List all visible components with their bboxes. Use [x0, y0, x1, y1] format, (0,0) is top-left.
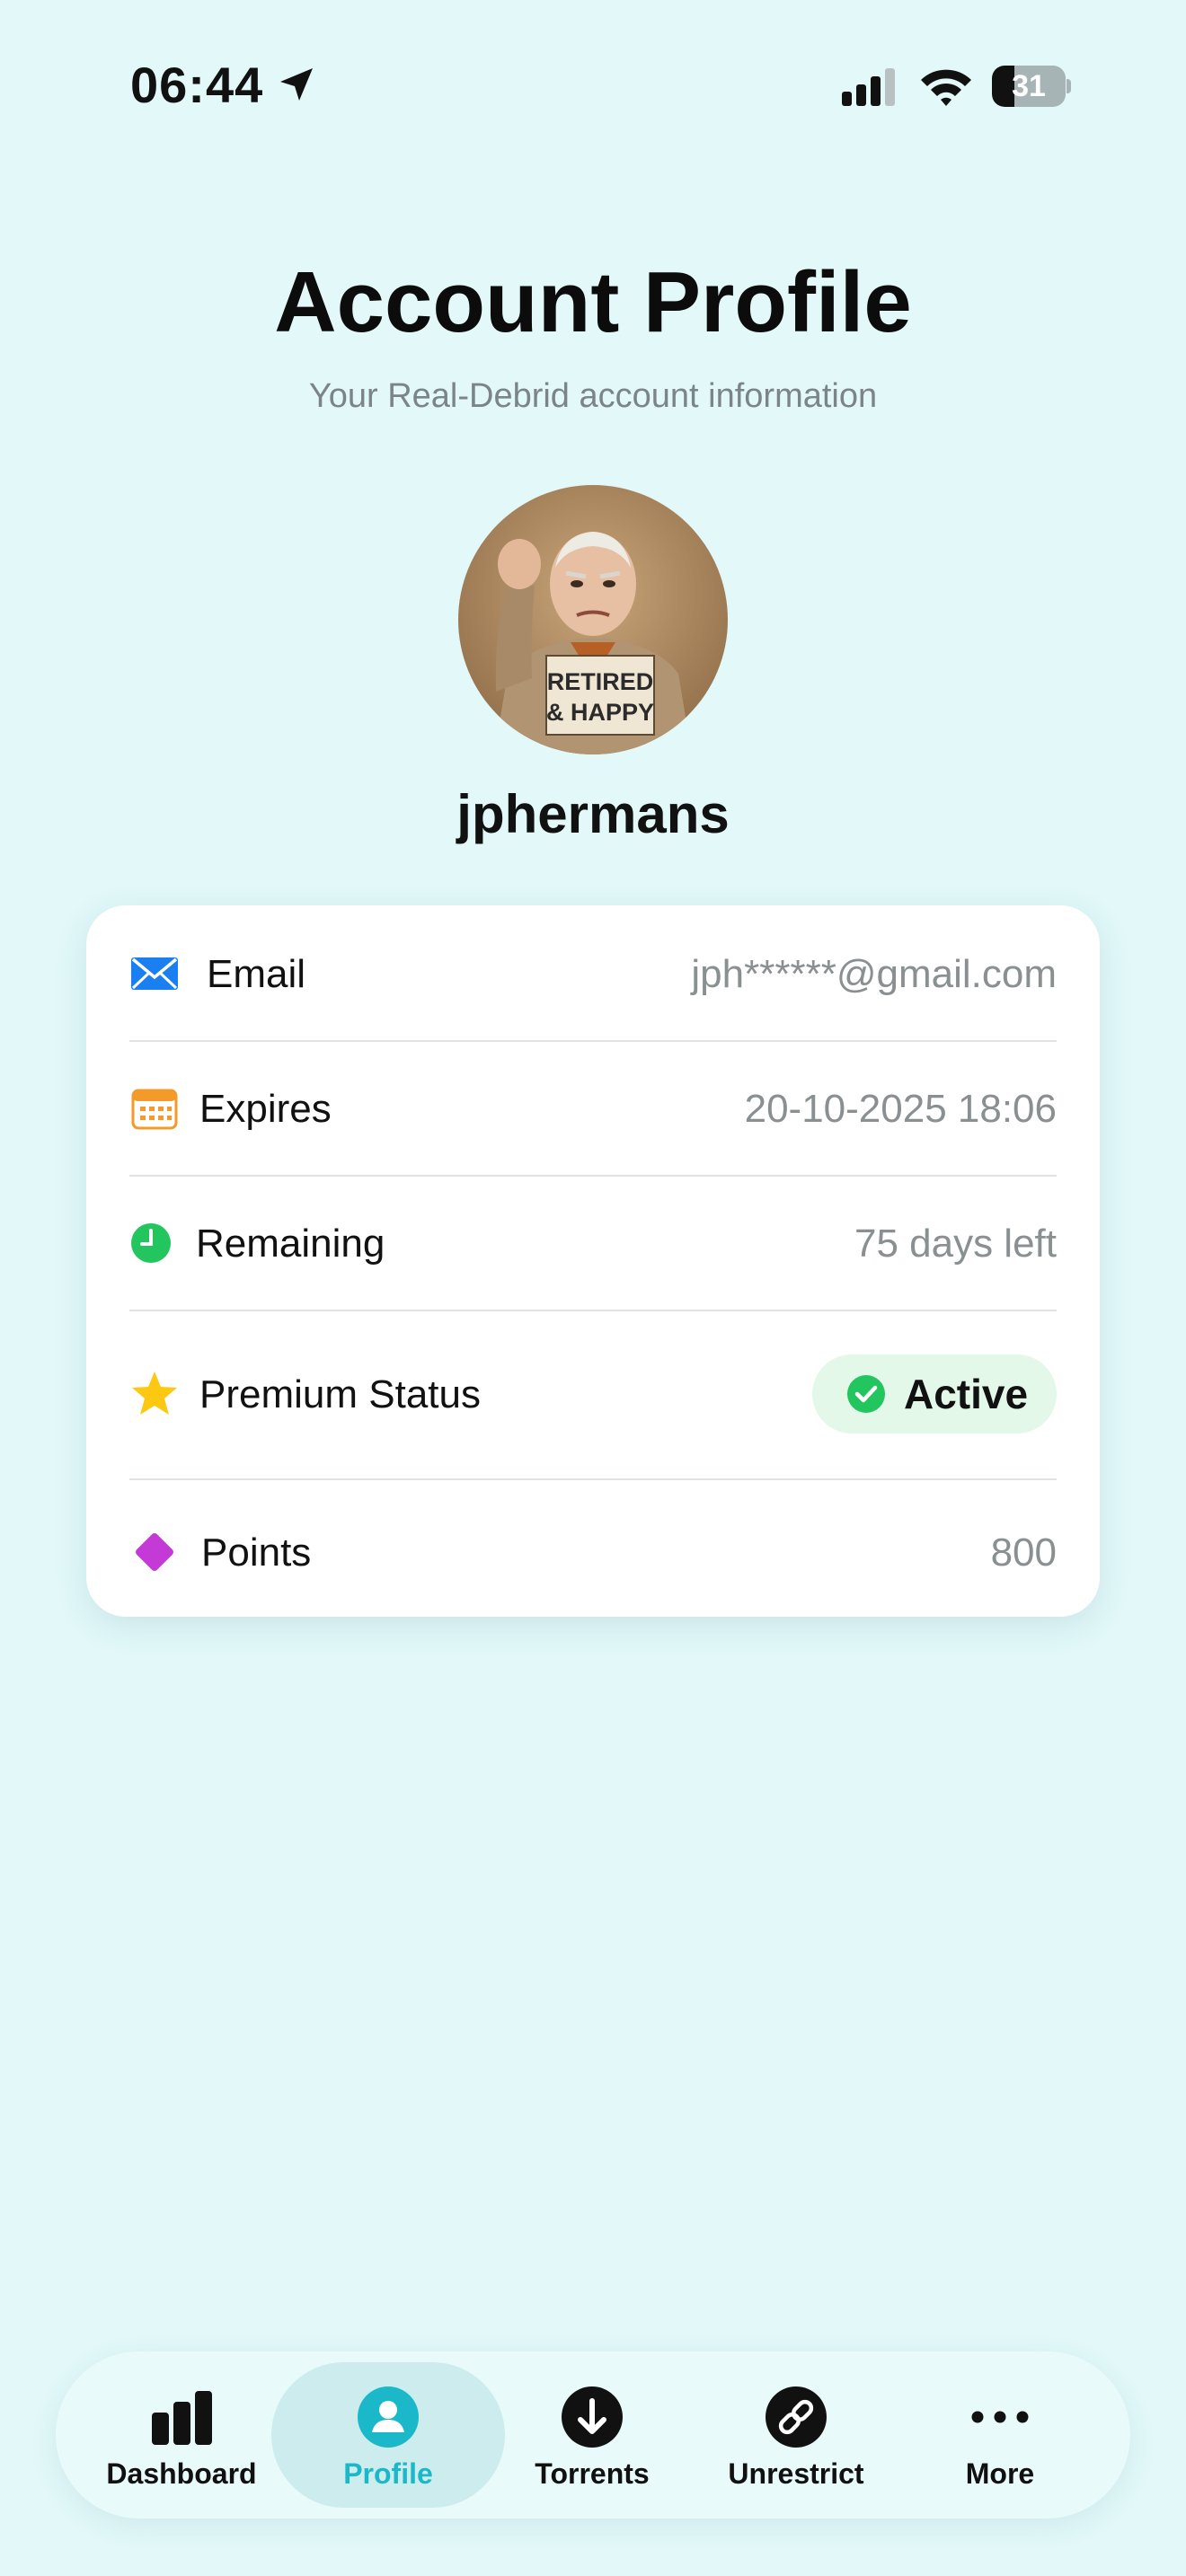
points-label: Points [201, 1531, 312, 1575]
page-title: Account Profile [274, 254, 912, 350]
expires-row: Expires 20-10-2025 18:06 [129, 1080, 1057, 1137]
expires-value: 20-10-2025 18:06 [744, 1087, 1057, 1131]
account-info-card: Email jph******@gmail.com Expires 20-10-… [86, 905, 1100, 1617]
avatar-sign-line2: & HAPPY [546, 699, 654, 726]
clock-icon [131, 1223, 171, 1263]
remaining-row: Remaining 75 days left [129, 1214, 1057, 1272]
username: jphermans [456, 784, 730, 844]
email-label: Email [207, 952, 306, 996]
status-bar: 06:44 31 [0, 0, 1186, 171]
tab-unrestrict[interactable]: Unrestrict [679, 2362, 913, 2508]
avatar[interactable]: RETIRED & HAPPY [458, 485, 728, 754]
divider [129, 1040, 1057, 1042]
remaining-label: Remaining [196, 1222, 385, 1266]
premium-status-row: Premium Status Active [129, 1354, 1057, 1434]
divider [129, 1310, 1057, 1311]
status-time: 06:44 [130, 57, 264, 113]
location-arrow-icon [280, 68, 313, 101]
bar-chart-icon [152, 2391, 212, 2445]
person-icon [358, 2386, 419, 2448]
link-icon [766, 2386, 827, 2448]
divider [129, 1478, 1057, 1480]
tab-unrestrict-label: Unrestrict [728, 2457, 864, 2490]
checkmark-circle-icon [847, 1375, 885, 1413]
tab-profile[interactable]: Profile [271, 2362, 505, 2508]
expires-label: Expires [199, 1087, 332, 1131]
diamond-icon [136, 1533, 173, 1571]
calendar-icon [131, 1089, 178, 1130]
email-value: jph******@gmail.com [691, 952, 1057, 996]
ellipsis-icon [971, 2411, 1029, 2423]
battery-cap [1067, 79, 1071, 93]
avatar-sign-line1: RETIRED [547, 668, 654, 695]
tab-more[interactable]: More [883, 2362, 1117, 2508]
points-value: 800 [990, 1531, 1057, 1575]
tab-torrents-label: Torrents [535, 2457, 650, 2490]
remaining-value: 75 days left [854, 1222, 1057, 1266]
divider [129, 1175, 1057, 1177]
cellular-signal-icon [842, 68, 895, 106]
tab-torrents[interactable]: Torrents [475, 2362, 709, 2508]
tab-bar: Dashboard Profile Torrents Unrestrict Mo… [56, 2351, 1130, 2519]
battery-body: 31 [992, 66, 1066, 107]
envelope-icon [131, 957, 178, 990]
email-row: Email jph******@gmail.com [129, 945, 1057, 1002]
premium-status-badge: Active [812, 1354, 1057, 1434]
page-subtitle: Your Real-Debrid account information [308, 377, 878, 415]
download-arrow-icon [562, 2386, 623, 2448]
tab-dashboard-label: Dashboard [106, 2457, 257, 2490]
tab-profile-label: Profile [343, 2457, 433, 2490]
star-icon [132, 1372, 177, 1415]
premium-status-value: Active [904, 1371, 1029, 1417]
premium-status-label: Premium Status [199, 1372, 481, 1416]
avatar-image: RETIRED & HAPPY [458, 485, 728, 754]
battery-icon: 31 [992, 66, 1071, 107]
points-row: Points 800 [129, 1525, 1057, 1583]
tab-dashboard[interactable]: Dashboard [65, 2362, 298, 2508]
wifi-icon [921, 69, 971, 106]
tab-more-label: More [965, 2457, 1035, 2490]
battery-level: 31 [1012, 69, 1046, 103]
